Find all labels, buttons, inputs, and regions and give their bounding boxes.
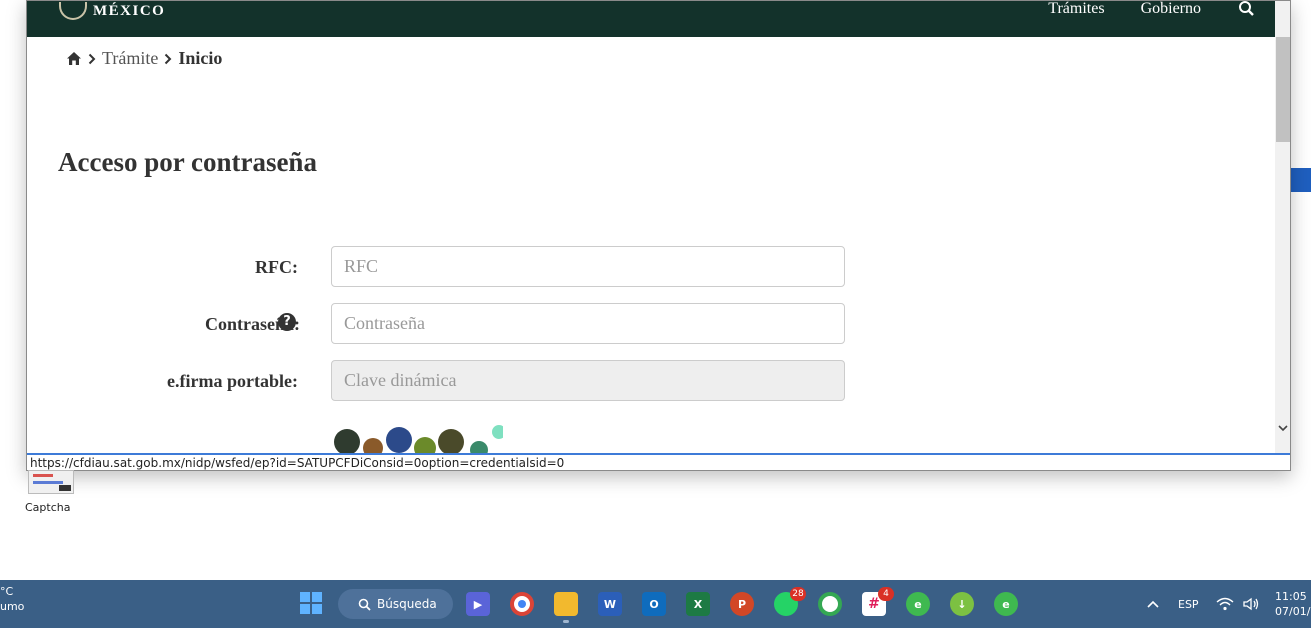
captcha-image: [334, 425, 503, 453]
chevron-right-icon: [88, 53, 96, 64]
breadcrumb: Trámite Inicio: [66, 48, 222, 69]
desktop-icon-captcha[interactable]: [28, 470, 74, 494]
volume-icon[interactable]: [1242, 580, 1260, 628]
chrome-profile-icon[interactable]: [818, 592, 842, 616]
desktop-icon-label: Captcha: [25, 501, 71, 514]
chrome-icon[interactable]: [510, 592, 534, 616]
page-title: Acceso por contraseña: [58, 147, 317, 177]
rfc-input[interactable]: RFC: [331, 246, 845, 287]
scrollbar-thumb[interactable]: [1276, 37, 1290, 142]
nav-tramites[interactable]: Trámites: [1048, 1, 1104, 18]
status-bar-url: https://cfdiau.sat.gob.mx/nidp/wsfed/ep?…: [27, 453, 1290, 470]
app-green-c-icon[interactable]: e: [906, 592, 930, 616]
search-icon[interactable]: [1237, 1, 1257, 17]
teams-meet-icon[interactable]: ▶: [466, 592, 490, 616]
file-explorer-icon[interactable]: [554, 592, 578, 616]
captcha-thumbnail-icon: [33, 474, 71, 491]
taskbar: °C umo Búsqueda ▶ W O X P 28 # 4 e ↓ e E…: [0, 580, 1311, 628]
taskbar-search[interactable]: Búsqueda: [338, 589, 453, 619]
home-icon[interactable]: [66, 51, 82, 66]
word-icon[interactable]: W: [598, 592, 622, 616]
scroll-down-arrow-icon[interactable]: [1275, 419, 1291, 437]
dynamic-key-placeholder: Clave dinámica: [344, 370, 457, 390]
desktop-window-edge: [1290, 168, 1311, 192]
nav-gobierno[interactable]: Gobierno: [1141, 1, 1201, 18]
weather-temp: °C: [0, 585, 14, 598]
help-icon[interactable]: ?: [278, 313, 296, 331]
running-indicator: [563, 620, 569, 623]
slack-badge: 4: [878, 587, 894, 601]
rfc-placeholder: RFC: [344, 256, 379, 276]
browser-window: MÉXICO Trámites Gobierno Trámite Inicio …: [26, 0, 1291, 471]
tray-chevron-icon[interactable]: [1147, 580, 1159, 628]
search-label: Búsqueda: [377, 597, 437, 611]
weather-widget[interactable]: °C umo: [0, 584, 24, 614]
wifi-icon[interactable]: [1216, 580, 1234, 628]
windows-start-icon[interactable]: [300, 592, 322, 614]
clock-time: 11:05: [1275, 590, 1307, 603]
logo-text: MÉXICO: [93, 2, 166, 19]
outlook-icon[interactable]: O: [642, 592, 666, 616]
language-indicator[interactable]: ESP: [1178, 580, 1199, 628]
gobmx-header: MÉXICO Trámites Gobierno: [27, 1, 1275, 37]
coat-of-arms-icon: [59, 2, 87, 20]
clock-date: 07/01/: [1275, 605, 1311, 618]
rfc-label: RFC:: [255, 257, 298, 277]
header-nav: Trámites Gobierno: [1048, 1, 1275, 17]
efirma-label: e.firma portable:: [167, 371, 298, 391]
excel-icon[interactable]: X: [686, 592, 710, 616]
chevron-right-icon: [165, 53, 172, 64]
breadcrumb-inicio: Inicio: [178, 48, 223, 68]
whatsapp-icon[interactable]: 28: [774, 587, 806, 616]
clock[interactable]: 11:05 07/01/: [1275, 589, 1310, 619]
dynamic-key-input[interactable]: Clave dinámica: [331, 360, 845, 401]
app-green-leaf-icon[interactable]: ↓: [950, 592, 974, 616]
app-green-c2-icon[interactable]: e: [994, 592, 1018, 616]
search-icon: [358, 598, 371, 611]
gobmx-logo[interactable]: MÉXICO: [59, 1, 165, 21]
whatsapp-badge: 28: [790, 587, 806, 601]
weather-desc: umo: [0, 600, 25, 613]
breadcrumb-tramite[interactable]: Trámite: [102, 48, 158, 69]
slack-icon[interactable]: # 4: [862, 587, 894, 616]
powerpoint-icon[interactable]: P: [730, 592, 754, 616]
password-placeholder: Contraseña: [344, 313, 425, 333]
password-input[interactable]: Contraseña: [331, 303, 845, 344]
